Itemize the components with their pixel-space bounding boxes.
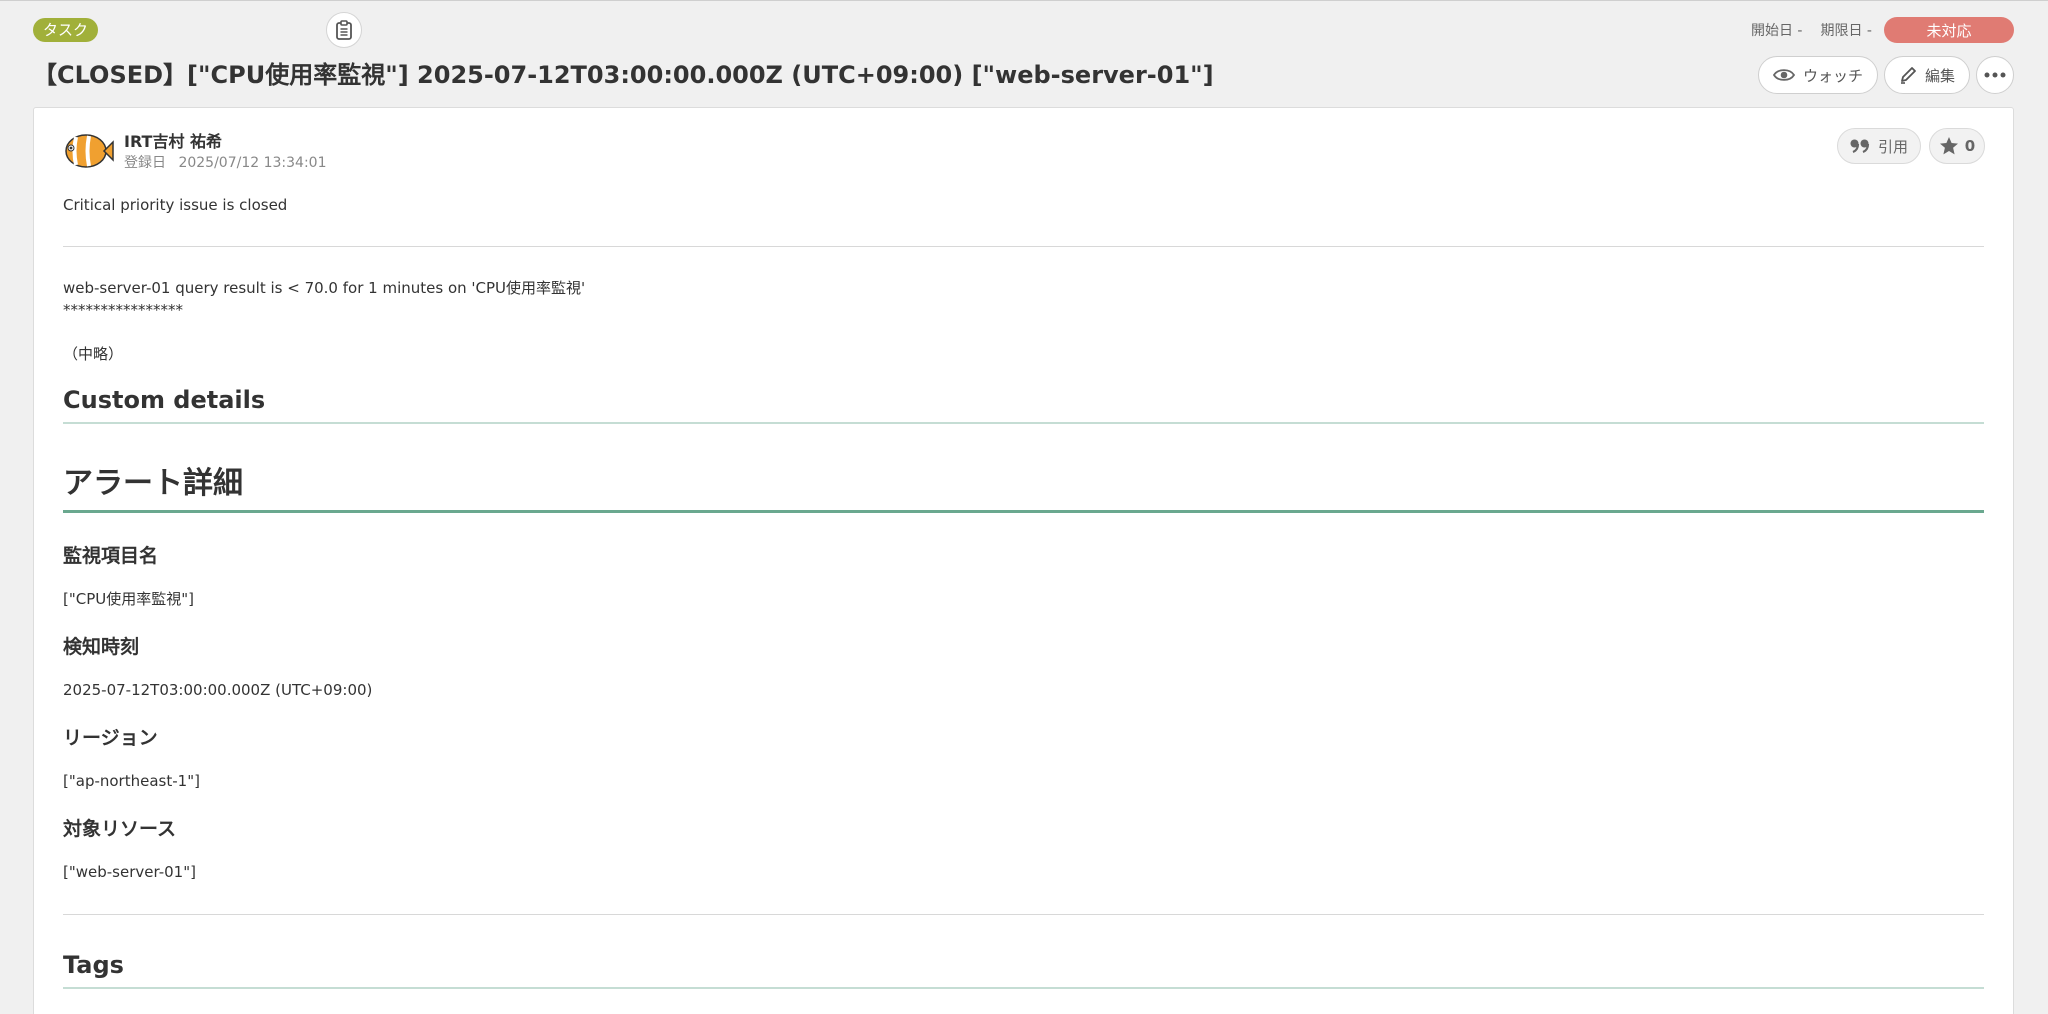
field-value: ["web-server-01"] [63,863,196,881]
issue-header: タスク 開始日 - 期限日 - 未対応 [0,1,2048,57]
custom-details-heading: Custom details [63,386,1984,424]
comment-meta: 登録日 2025/07/12 13:34:01 [124,152,326,172]
copy-key-button[interactable] [326,12,362,48]
clipboard-icon [336,20,352,40]
field-value: ["ap-northeast-1"] [63,772,200,790]
quote-button[interactable]: 引用 [1837,128,1922,164]
issue-title: 【CLOSED】["CPU使用率監視"] 2025-07-12T03:00:00… [33,61,1214,89]
eye-icon [1772,69,1795,81]
issue-dates: 開始日 - 期限日 - [1751,20,1872,40]
issue-type-badge: タスク [33,18,99,42]
summary-text: Critical priority issue is closed [63,196,288,214]
registered-date: 2025/07/12 13:34:01 [178,155,327,171]
star-icon [1939,137,1958,155]
issue-description-card: IRT吉村 祐希 登録日 2025/07/12 13:34:01 引用 0 Cr… [33,107,2014,1014]
status-badge[interactable]: 未対応 [1884,17,2014,43]
quote-icon [1850,139,1870,153]
start-date: 開始日 - [1750,23,1803,39]
registered-label: 登録日 [124,155,166,171]
edit-label: 編集 [1924,66,1955,85]
field-value: 2025-07-12T03:00:00.000Z (UTC+09:00) [63,681,373,699]
pencil-icon [1900,67,1916,84]
edit-button[interactable]: 編集 [1883,56,1970,94]
field-label: 検知時刻 [63,636,140,658]
star-count: 0 [1964,137,1976,155]
alert-details-heading: アラート詳細 [63,458,1984,513]
user-avatar [65,134,114,168]
due-date: 期限日 - [1820,23,1872,39]
watch-button[interactable]: ウォッチ [1757,56,1878,94]
watch-label: ウォッチ [1802,66,1863,85]
omitted-text: （中略） [63,345,124,363]
tags-heading: Tags [63,951,1984,989]
divider [63,246,1984,247]
asterisk-line: **************** [63,301,183,319]
comment-author[interactable]: IRT吉村 祐希 [124,128,222,152]
field-label: リージョン [63,727,158,749]
query-line: web-server-01 query result is < 70.0 for… [63,279,586,297]
issue-actions: ウォッチ 編集 [1757,56,2014,94]
description-body: Critical priority issue is closed web-se… [63,188,1984,989]
divider [63,914,1984,915]
more-button[interactable] [1976,56,2014,94]
field-label: 対象リソース [63,818,177,840]
quote-label: 引用 [1878,137,1909,156]
more-horizontal-icon [1984,72,2006,78]
field-label: 監視項目名 [63,545,159,567]
star-button[interactable]: 0 [1929,128,1985,164]
field-value: ["CPU使用率監視"] [63,590,195,608]
